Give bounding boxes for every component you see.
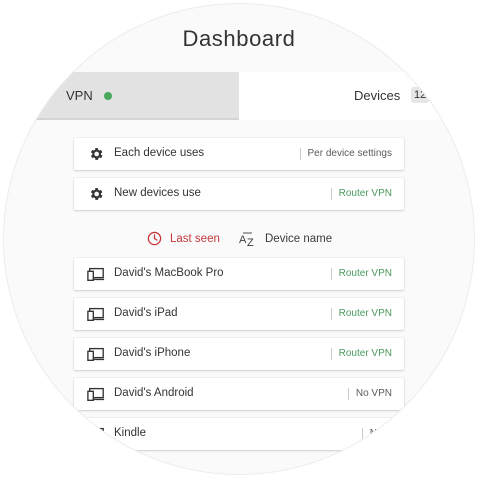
setting-each-device-uses[interactable]: Each device uses Per device settings: [74, 138, 404, 170]
tab-devices-label: Devices: [354, 88, 401, 103]
device-row[interactable]: David's MacBook Pro Router VPN: [74, 258, 404, 290]
devices-icon: [87, 387, 105, 401]
sort-alpha-icon: A Z: [239, 232, 254, 247]
svg-text:Z: Z: [247, 237, 254, 247]
device-vpn-setting[interactable]: No V: [361, 428, 392, 440]
setting-new-devices-use[interactable]: New devices use Router VPN: [74, 178, 404, 210]
tab-vpn-label: VPN: [66, 88, 93, 103]
device-name: David's MacBook Pro: [114, 267, 224, 279]
device-vpn-setting[interactable]: Router VPN: [330, 348, 392, 360]
device-row[interactable]: David's iPad Router VPN: [74, 298, 404, 330]
page-title: Dashboard: [182, 26, 296, 51]
device-name: David's iPhone: [114, 347, 191, 359]
clock-icon: [147, 231, 162, 246]
app-viewport: Dashboard VPN Devices 12 Each device use…: [4, 4, 474, 474]
device-vpn-setting[interactable]: No VPN: [347, 388, 392, 400]
devices-icon: [87, 307, 105, 321]
device-row[interactable]: David's iPhone Router VPN: [74, 338, 404, 370]
device-row[interactable]: David's Android No VPN: [74, 378, 404, 410]
device-vpn-setting[interactable]: Router VPN: [330, 268, 392, 280]
svg-text:A: A: [239, 234, 247, 246]
gear-icon: [90, 188, 103, 200]
devices-icon: [87, 427, 105, 441]
setting-label: New devices use: [114, 187, 201, 199]
device-row[interactable]: Kindle No V: [74, 418, 404, 450]
devices-count-badge: 12: [411, 87, 430, 103]
device-name: David's iPad: [114, 307, 178, 319]
sort-device-name-label: Device name: [265, 233, 333, 245]
devices-icon: [87, 267, 105, 281]
setting-value: Per device settings: [299, 148, 392, 160]
device-name: David's Android: [114, 387, 194, 399]
tab-devices[interactable]: Devices 12: [239, 72, 474, 120]
tab-vpn[interactable]: VPN: [4, 72, 239, 120]
device-name: Kindle: [114, 427, 146, 439]
gear-icon: [90, 148, 103, 160]
devices-icon: [87, 347, 105, 361]
setting-label: Each device uses: [114, 147, 205, 159]
setting-value: Router VPN: [330, 188, 392, 200]
tab-bar: VPN Devices 12: [4, 72, 474, 120]
vpn-status-dot: [104, 92, 112, 100]
sort-last-seen-label: Last seen: [170, 233, 220, 245]
device-vpn-setting[interactable]: Router VPN: [330, 308, 392, 320]
